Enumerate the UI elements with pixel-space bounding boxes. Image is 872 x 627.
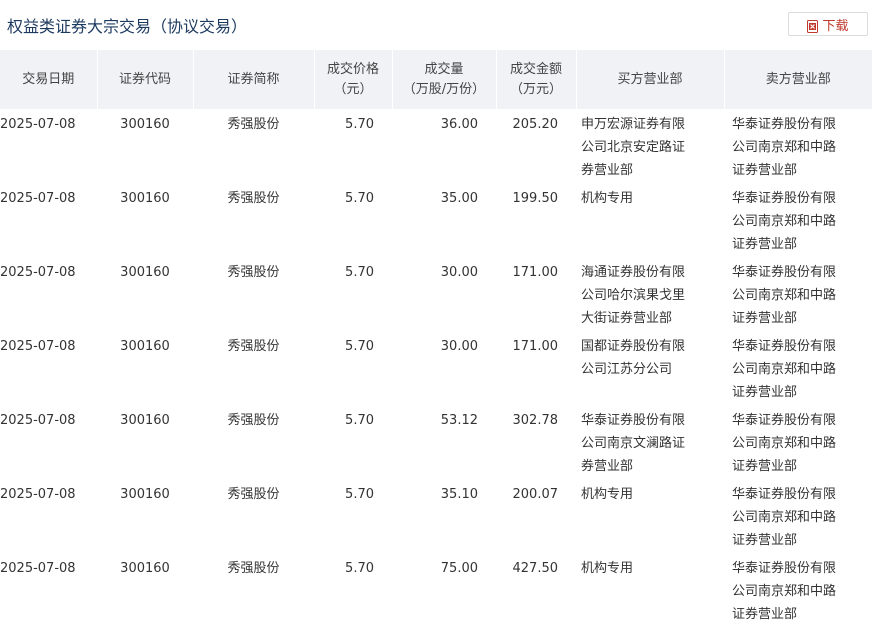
- cell-seller: 华泰证券股份有限公司南京郑和中路证券营业部: [732, 265, 837, 326]
- cell-date: 2025-07-08: [0, 487, 76, 502]
- table-row: 2025-07-08 300160 秀强股份 5.70 53.12 302.78…: [0, 405, 872, 479]
- cell-name: 秀强股份: [227, 117, 280, 132]
- cell-code: 300160: [120, 561, 170, 576]
- cell-volume: 30.00: [440, 339, 478, 354]
- cell-seller: 华泰证券股份有限公司南京郑和中路证券营业部: [732, 191, 837, 252]
- cell-code: 300160: [120, 339, 170, 354]
- cell-amount: 427.50: [512, 561, 559, 576]
- cell-name: 秀强股份: [227, 191, 280, 206]
- cell-date: 2025-07-08: [0, 413, 76, 428]
- cell-code: 300160: [120, 265, 170, 280]
- cell-date: 2025-07-08: [0, 561, 76, 576]
- cell-amount: 171.00: [512, 339, 559, 354]
- cell-name: 秀强股份: [227, 265, 280, 280]
- cell-name: 秀强股份: [227, 561, 280, 576]
- cell-seller: 华泰证券股份有限公司南京郑和中路证券营业部: [732, 339, 837, 400]
- cell-price: 5.70: [345, 339, 374, 354]
- cell-date: 2025-07-08: [0, 117, 76, 132]
- col-header-date[interactable]: 交易日期: [0, 50, 98, 109]
- table-row: 2025-07-08 300160 秀强股份 5.70 75.00 427.50…: [0, 553, 872, 627]
- col-header-name[interactable]: 证券简称: [193, 50, 315, 109]
- cell-buyer: 海通证券股份有限公司哈尔滨果戈里大街证券营业部: [581, 265, 686, 326]
- cell-seller: 华泰证券股份有限公司南京郑和中路证券营业部: [732, 117, 837, 178]
- col-header-volume[interactable]: 成交量 （万股/万份）: [392, 50, 497, 109]
- cell-date: 2025-07-08: [0, 191, 76, 206]
- cell-seller: 华泰证券股份有限公司南京郑和中路证券营业部: [732, 413, 837, 474]
- cell-code: 300160: [120, 487, 170, 502]
- table-row: 2025-07-08 300160 秀强股份 5.70 30.00 171.00…: [0, 331, 872, 405]
- col-header-buyer[interactable]: 买方营业部: [576, 50, 725, 109]
- cell-price: 5.70: [345, 265, 374, 280]
- col-header-amount[interactable]: 成交金额 （万元）: [496, 50, 577, 109]
- cell-code: 300160: [120, 413, 170, 428]
- cell-date: 2025-07-08: [0, 339, 76, 354]
- cell-date: 2025-07-08: [0, 265, 76, 280]
- cell-name: 秀强股份: [227, 487, 280, 502]
- cell-seller: 华泰证券股份有限公司南京郑和中路证券营业部: [732, 561, 837, 622]
- cell-name: 秀强股份: [227, 339, 280, 354]
- excel-file-icon: [807, 18, 819, 33]
- cell-buyer: 机构专用: [581, 487, 634, 502]
- col-header-price[interactable]: 成交价格 （元）: [314, 50, 393, 109]
- cell-volume: 35.10: [440, 487, 478, 502]
- cell-volume: 35.00: [440, 191, 478, 206]
- block-trade-table: 交易日期 证券代码 证券简称 成交价格 （元） 成交量 （万股/万份） 成交金额 （万…: [0, 50, 872, 627]
- cell-price: 5.70: [345, 191, 374, 206]
- table-row: 2025-07-08 300160 秀强股份 5.70 35.10 200.07…: [0, 479, 872, 553]
- cell-seller: 华泰证券股份有限公司南京郑和中路证券营业部: [732, 487, 837, 548]
- cell-buyer: 申万宏源证券有限公司北京安定路证券营业部: [581, 117, 686, 178]
- cell-price: 5.70: [345, 117, 374, 132]
- download-button[interactable]: 下载: [788, 12, 868, 36]
- page-header: 权益类证券大宗交易（协议交易） 下载: [0, 0, 872, 50]
- cell-volume: 30.00: [440, 265, 478, 280]
- cell-code: 300160: [120, 117, 170, 132]
- page-title: 权益类证券大宗交易（协议交易）: [7, 17, 248, 36]
- cell-volume: 75.00: [440, 561, 478, 576]
- table-header-row: 交易日期 证券代码 证券简称 成交价格 （元） 成交量 （万股/万份） 成交金额 （万…: [0, 50, 872, 109]
- table-row: 2025-07-08 300160 秀强股份 5.70 35.00 199.50…: [0, 183, 872, 257]
- cell-price: 5.70: [345, 487, 374, 502]
- cell-buyer: 华泰证券股份有限公司南京文澜路证券营业部: [581, 413, 686, 474]
- cell-amount: 199.50: [512, 191, 559, 206]
- cell-amount: 171.00: [512, 265, 559, 280]
- cell-volume: 53.12: [440, 413, 478, 428]
- col-header-code[interactable]: 证券代码: [97, 50, 194, 109]
- table-row: 2025-07-08 300160 秀强股份 5.70 30.00 171.00…: [0, 257, 872, 331]
- cell-buyer: 国都证券股份有限公司江苏分公司: [581, 339, 686, 377]
- cell-buyer: 机构专用: [581, 561, 634, 576]
- cell-amount: 200.07: [512, 487, 559, 502]
- col-header-seller[interactable]: 卖方营业部: [724, 50, 872, 109]
- cell-price: 5.70: [345, 561, 374, 576]
- table-row: 2025-07-08 300160 秀强股份 5.70 36.00 205.20…: [0, 109, 872, 183]
- cell-amount: 205.20: [512, 117, 559, 132]
- cell-buyer: 机构专用: [581, 191, 634, 206]
- cell-code: 300160: [120, 191, 170, 206]
- cell-price: 5.70: [345, 413, 374, 428]
- cell-name: 秀强股份: [227, 413, 280, 428]
- download-label: 下载: [822, 18, 849, 34]
- cell-volume: 36.00: [440, 117, 478, 132]
- cell-amount: 302.78: [512, 413, 559, 428]
